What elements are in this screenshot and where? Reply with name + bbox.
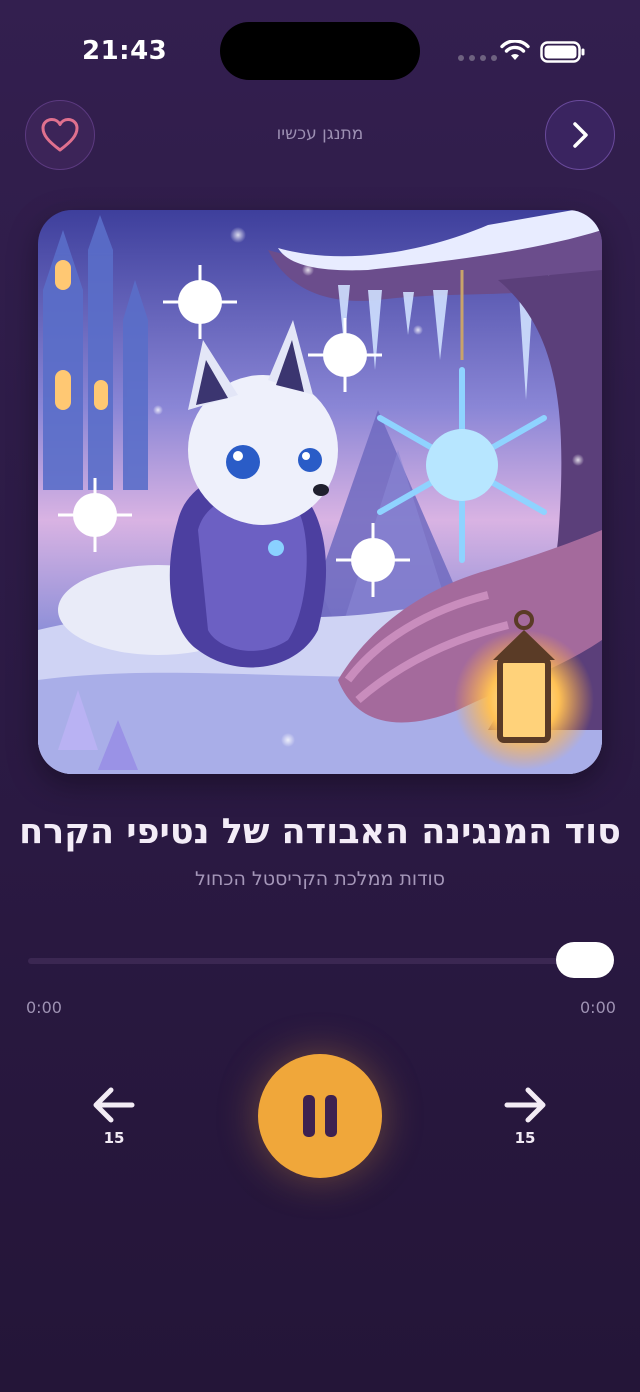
- now-playing-label: מתנגן עכשיו: [276, 124, 364, 144]
- wifi-icon: [500, 40, 530, 60]
- next-button[interactable]: [545, 100, 615, 170]
- dynamic-island: [220, 22, 420, 80]
- battery-icon: [540, 41, 585, 63]
- skip-forward-label: 15: [514, 1129, 536, 1147]
- skip-back-button[interactable]: 15: [84, 1085, 144, 1147]
- status-bar: 21:43: [0, 0, 640, 100]
- pause-icon: [303, 1095, 337, 1137]
- arrow-right-icon: [504, 1087, 546, 1123]
- elapsed-time: 0:00: [26, 998, 62, 1017]
- chevron-right-icon: [573, 122, 588, 148]
- status-time: 21:43: [82, 36, 168, 66]
- track-title: סוד המנגינה האבודה של נטיפי הקרח: [19, 812, 621, 852]
- signal-icon: [458, 55, 497, 61]
- skip-back-label: 15: [103, 1129, 125, 1147]
- progress-thumb[interactable]: [556, 942, 614, 978]
- track-collection: סודות ממלכת הקריסטל הכחול: [195, 868, 445, 890]
- skip-forward-button[interactable]: 15: [495, 1085, 555, 1147]
- duration-time: 0:00: [580, 998, 616, 1017]
- arrow-left-icon: [93, 1087, 135, 1123]
- progress-track[interactable]: [28, 958, 584, 964]
- album-artwork: [38, 210, 602, 774]
- pause-button[interactable]: [258, 1054, 382, 1178]
